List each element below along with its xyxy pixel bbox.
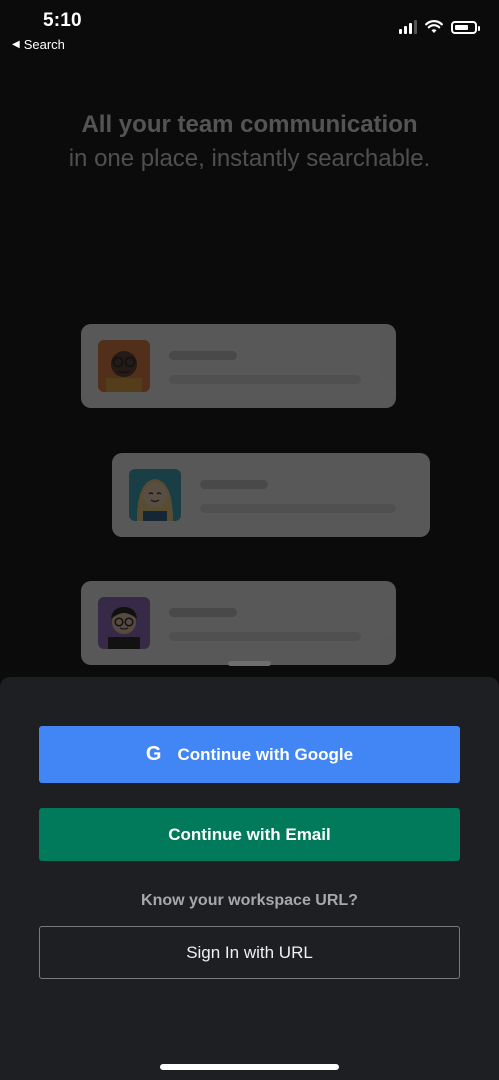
bubble-text-placeholder xyxy=(200,504,396,513)
bubble-name-placeholder xyxy=(200,480,268,489)
url-button-label: Sign In with URL xyxy=(186,942,313,962)
email-button-label: Continue with Email xyxy=(168,824,331,844)
message-bubble-1 xyxy=(81,324,396,408)
headline-line-1: All your team communication xyxy=(81,111,418,138)
onboarding-background: All your team communication in one place… xyxy=(0,0,499,680)
sheet-drag-handle[interactable] xyxy=(228,661,271,666)
workspace-url-prompt: Know your workspace URL? xyxy=(141,892,358,909)
avatar-dark-hair-man xyxy=(98,597,150,649)
avatar-glasses-man xyxy=(98,340,150,392)
continue-with-email-button[interactable]: Continue with Email xyxy=(39,808,460,861)
headline-line-2: in one place, instantly searchable. xyxy=(68,145,431,172)
home-indicator[interactable] xyxy=(160,1064,339,1070)
message-bubble-3 xyxy=(81,581,396,665)
bubble-text-placeholder xyxy=(169,632,361,641)
message-bubble-2 xyxy=(112,453,430,537)
onboarding-headline: All your team communication in one place… xyxy=(0,108,499,176)
bubble-name-placeholder xyxy=(169,351,237,360)
bubble-name-placeholder xyxy=(169,608,237,617)
continue-with-google-button[interactable]: G Continue with Google xyxy=(39,726,460,783)
google-button-label: Continue with Google xyxy=(177,744,354,764)
bubble-text-placeholder xyxy=(169,375,361,384)
google-icon: G xyxy=(145,743,162,765)
sign-in-with-url-button[interactable]: Sign In with URL xyxy=(39,926,460,979)
avatar-blonde-woman xyxy=(129,469,181,521)
